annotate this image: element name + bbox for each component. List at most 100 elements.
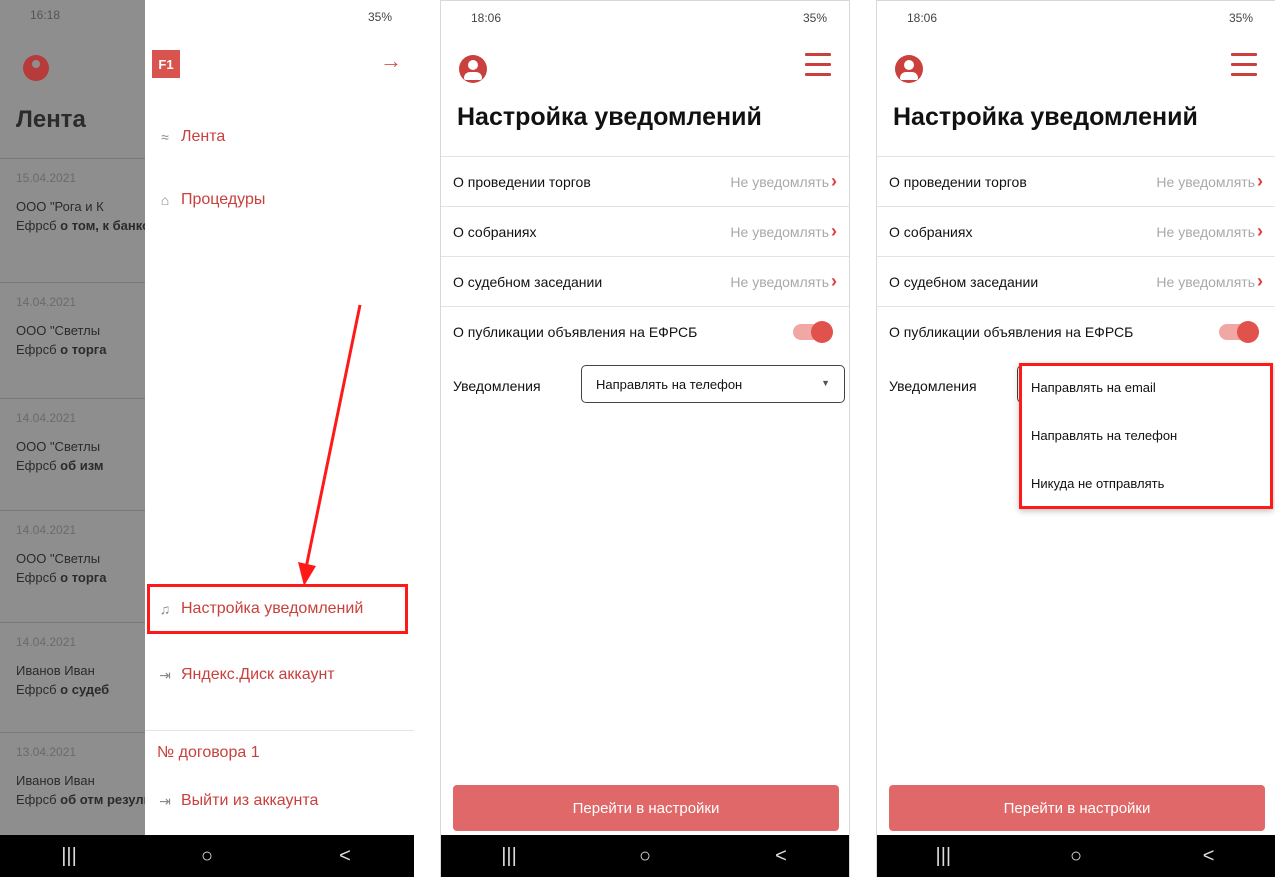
arrow-right-icon[interactable]: → [380, 48, 402, 74]
feed-org: ООО "Светлы [16, 439, 101, 454]
setting-row-court[interactable]: О судебном заседании Не уведомлять › [877, 256, 1275, 306]
bank-icon: ⌂ [160, 192, 170, 208]
profile-icon[interactable] [459, 55, 487, 83]
feed-date: 14.04.2021 [16, 523, 77, 537]
setting-label: О проведении торгов [453, 173, 591, 190]
hamburger-menu-icon[interactable] [805, 53, 831, 77]
hamburger-menu-icon[interactable] [1231, 53, 1257, 77]
feed-item: 14.04.2021 ООО "Светлы Ефрсб о торга [0, 510, 145, 620]
go-to-settings-button[interactable]: Перейти в настройки [453, 785, 839, 831]
chevron-right-icon: › [1257, 221, 1263, 241]
setting-row-court[interactable]: О судебном заседании Не уведомлять › [441, 256, 849, 306]
divider [145, 730, 414, 731]
feed-date: 14.04.2021 [16, 635, 77, 649]
recent-apps-button[interactable]: ||| [479, 845, 539, 868]
feed-item: 14.04.2021 ООО "Светлы Ефрсб о торга [0, 282, 145, 392]
setting-row-auctions[interactable]: О проведении торгов Не уведомлять › [441, 156, 849, 206]
feed-org: ООО "Светлы [16, 551, 101, 566]
phone-screen-drawer: 16:18 Лента 15.04.2021 ООО "Рога и К Ефр… [0, 0, 414, 877]
efrsb-toggle[interactable] [1219, 320, 1259, 343]
menu-item-label: Процедуры [181, 191, 266, 208]
feed-prefix: Ефрсб [16, 570, 57, 585]
home-button[interactable]: ○ [177, 845, 237, 868]
feed-text: о судеб [60, 682, 110, 697]
setting-row-meetings[interactable]: О собраниях Не уведомлять › [441, 206, 849, 256]
home-button[interactable]: ○ [615, 845, 675, 868]
status-time: 16:18 [30, 8, 61, 22]
feed-text: о торга [60, 570, 107, 585]
feed-date: 13.04.2021 [16, 745, 77, 759]
menu-item-label: Лента [181, 128, 226, 145]
status-time: 18:06 [471, 11, 502, 25]
status-bar: 18:06 35% [441, 1, 849, 31]
setting-value: Не уведомлять [1156, 173, 1255, 190]
setting-label: О публикации объявления на ЕФРСБ [453, 323, 698, 340]
feed-item: 14.04.2021 ООО "Светлы Ефрсб об изм [0, 398, 145, 508]
navigation-drawer: 35% F1 → ≈ Лента ⌂ Процедуры ♫ Настройка… [145, 0, 414, 835]
logout-button[interactable]: ⇥ Выйти из аккаунта [157, 792, 318, 810]
rss-icon: ≈ [161, 129, 169, 145]
feed-item: 15.04.2021 ООО "Рога и К Ефрсб о том, к … [0, 158, 145, 268]
setting-value: Не уведомлять [730, 173, 829, 190]
system-navbar: ||| ○ < [0, 835, 414, 877]
notification-select[interactable]: Направлять на телефон ▼ [581, 365, 845, 403]
phone-screen-settings: 18:06 35% Настройка уведомлений О провед… [440, 0, 850, 877]
setting-label: О собраниях [889, 223, 973, 240]
page-title: Настройка уведомлений [893, 103, 1198, 131]
back-button[interactable]: < [315, 845, 375, 868]
feed-text: о торга [60, 342, 107, 357]
system-navbar: ||| ○ < [441, 835, 849, 877]
contract-label: № договора 1 [157, 744, 260, 761]
feed-prefix: Ефрсб [16, 792, 57, 807]
profile-icon[interactable] [895, 55, 923, 83]
caret-down-icon: ▼ [821, 378, 830, 388]
efrsb-toggle[interactable] [793, 320, 833, 343]
menu-item-procedures[interactable]: ⌂ Процедуры [157, 191, 266, 209]
feed-prefix: Ефрсб [16, 682, 57, 697]
feed-prefix: Ефрсб [16, 458, 57, 473]
home-button[interactable]: ○ [1046, 845, 1106, 868]
profile-icon [23, 55, 49, 81]
back-button[interactable]: < [1179, 845, 1239, 868]
feed-text: об отм результатах [60, 792, 145, 807]
recent-apps-button[interactable]: ||| [913, 845, 973, 868]
highlight-box [1019, 363, 1273, 509]
logout-icon: ⇥ [159, 792, 171, 809]
setting-label: О публикации объявления на ЕФРСБ [889, 323, 1134, 340]
feed-date: 14.04.2021 [16, 411, 77, 425]
feed-text: о том, к банковский сч [60, 218, 145, 233]
setting-row-efrsb: О публикации объявления на ЕФРСБ [877, 306, 1275, 356]
contract-number: № договора 1 [157, 744, 260, 762]
annotation-arrow [298, 304, 362, 586]
feed-text: об изм [60, 458, 104, 473]
menu-item-yandex-disk[interactable]: ⇥ Яндекс.Диск аккаунт [157, 666, 335, 684]
logout-label: Выйти из аккаунта [181, 792, 319, 809]
notification-label: Уведомления [453, 378, 541, 394]
feed-item: 14.04.2021 Иванов Иван Ефрсб о судеб [0, 622, 145, 732]
back-button[interactable]: < [751, 845, 811, 868]
feed-org: Иванов Иван [16, 773, 95, 788]
menu-item-feed[interactable]: ≈ Лента [157, 128, 225, 146]
feed-prefix: Ефрсб [16, 342, 57, 357]
recent-apps-button[interactable]: ||| [39, 845, 99, 868]
setting-row-meetings[interactable]: О собраниях Не уведомлять › [877, 206, 1275, 256]
status-signal: 35% [802, 11, 827, 25]
feed-background: 16:18 Лента 15.04.2021 ООО "Рога и К Ефр… [0, 0, 145, 835]
status-time: 18:06 [907, 11, 938, 25]
login-icon: ⇥ [159, 666, 171, 683]
feed-item: 13.04.2021 Иванов Иван Ефрсб об отм резу… [0, 732, 145, 842]
chevron-right-icon: › [1257, 271, 1263, 291]
setting-row-efrsb: О публикации объявления на ЕФРСБ [441, 306, 849, 356]
chevron-right-icon: › [1257, 171, 1263, 191]
feed-prefix: Ефрсб [16, 218, 57, 233]
setting-row-auctions[interactable]: О проведении торгов Не уведомлять › [877, 156, 1275, 206]
highlight-box [147, 584, 408, 634]
feed-date: 14.04.2021 [16, 295, 77, 309]
menu-item-label: Яндекс.Диск аккаунт [181, 666, 335, 683]
feed-org: ООО "Рога и К [16, 199, 104, 214]
go-to-settings-button[interactable]: Перейти в настройки [889, 785, 1265, 831]
status-bar: 18:06 35% [877, 1, 1275, 31]
feed-org: Иванов Иван [16, 663, 95, 678]
phone-screen-settings-dropdown: 18:06 35% Настройка уведомлений О провед… [876, 0, 1275, 877]
setting-value: Не уведомлять [730, 223, 829, 240]
